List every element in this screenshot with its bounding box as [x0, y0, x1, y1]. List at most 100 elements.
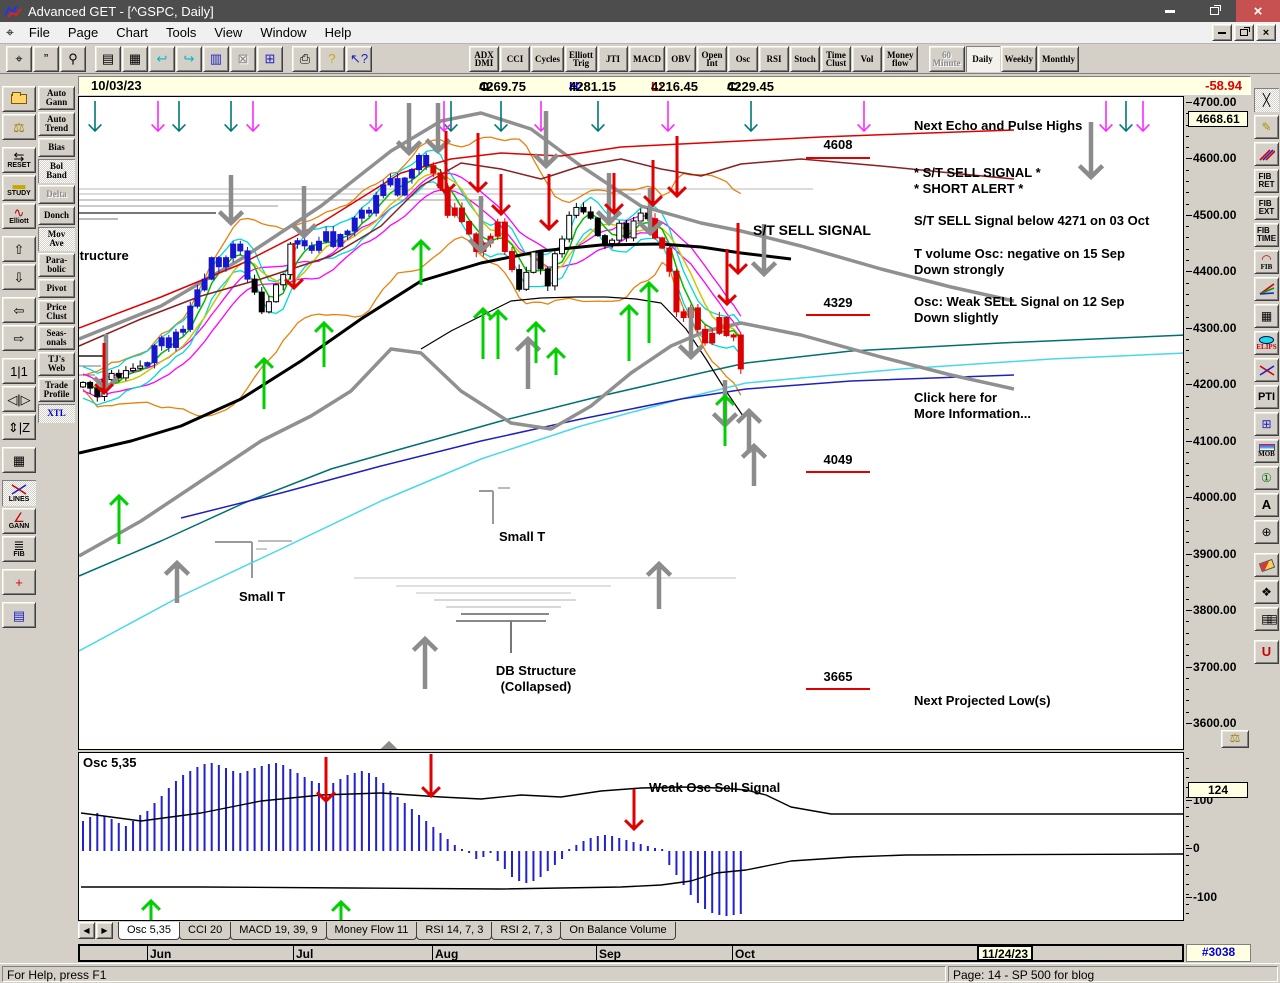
grid-icon[interactable]: ▦ — [1254, 304, 1279, 328]
fib-icon[interactable]: ≣ FIB — [2, 536, 36, 562]
menu-chart[interactable]: Chart — [107, 23, 157, 42]
open-folder-icon[interactable] — [2, 86, 36, 112]
context-help-icon[interactable]: ↖? — [346, 45, 372, 72]
compress-vertical-icon[interactable]: ⇕|Z — [2, 414, 36, 440]
study-button-cci[interactable]: CCI — [500, 45, 530, 72]
study-button-adx-dmi[interactable]: ADX DMI — [469, 45, 499, 72]
sidebar-study-para--bolic[interactable]: Para- bolic — [38, 253, 75, 277]
study-button-time-clust[interactable]: Time Clust — [821, 45, 851, 72]
grid-off-icon[interactable]: ⊠ — [230, 45, 256, 72]
dot-grid-icon[interactable]: ▦ — [2, 447, 36, 473]
expand-horizontal-icon[interactable]: ◁|▷ — [2, 386, 36, 412]
mdi-restore-button[interactable] — [1234, 24, 1254, 41]
sidebar-study-donch[interactable]: Donch — [38, 206, 75, 225]
crossed-lines-icon[interactable] — [1254, 358, 1279, 382]
tab-scroll-left[interactable]: ◀ — [78, 922, 95, 939]
menu-window[interactable]: Window — [251, 23, 315, 42]
fib-arc-icon[interactable]: ◠ FIB — [1254, 250, 1279, 274]
study-button-rsi[interactable]: RSI — [759, 45, 789, 72]
sidebar-study-pivot[interactable]: Pivot — [38, 279, 75, 298]
delete-x-icon[interactable]: ╳ — [1254, 88, 1279, 112]
study-button-elliott-trig[interactable]: Elliott Trig — [565, 45, 597, 72]
sidebar-study-trade-profile[interactable]: Trade Profile — [38, 378, 75, 402]
study-button-obv[interactable]: OBV — [666, 45, 696, 72]
properties-icon[interactable]: ▤ — [2, 602, 36, 628]
menu-tools[interactable]: Tools — [157, 23, 205, 42]
crosshair-icon[interactable]: + — [2, 569, 36, 595]
grid-color-icon[interactable]: ⊞ — [257, 45, 283, 72]
click-more-label[interactable]: Click here for More Information... — [914, 390, 1031, 422]
tab-cci-20[interactable]: CCI 20 — [179, 922, 232, 940]
gann-icon[interactable]: ∠ GANN — [2, 508, 36, 534]
trendlines-icon[interactable] — [1254, 142, 1279, 166]
sidebar-study-price-clust[interactable]: Price Clust — [38, 300, 75, 324]
study-button-stoch[interactable]: Stoch — [790, 45, 820, 72]
period-button-weekly[interactable]: Weekly — [1000, 45, 1037, 72]
quotes-icon[interactable]: ” — [33, 45, 59, 72]
scales-icon[interactable]: ⚖ — [2, 114, 36, 140]
fib-extension-button[interactable]: FIB EXT — [1254, 196, 1279, 220]
study-button-jti[interactable]: JTI — [598, 45, 628, 72]
sidebar-study-bol-band[interactable]: Bol Band — [38, 159, 75, 183]
lines-icon[interactable]: LINES — [2, 480, 36, 506]
mdi-close-button[interactable]: × — [1256, 24, 1276, 41]
chart-window-icon[interactable]: ⌖ — [6, 24, 14, 41]
menu-view[interactable]: View — [205, 23, 251, 42]
sidebar-study-bias[interactable]: Bias — [38, 138, 75, 157]
minimize-button[interactable] — [1148, 0, 1192, 22]
period-button-daily[interactable]: Daily — [965, 45, 1000, 72]
pencil-icon[interactable]: ✎ — [1254, 115, 1279, 139]
ellipse-icon[interactable]: ELIPS — [1254, 331, 1279, 355]
sidebar-study-xtl[interactable]: XTL — [38, 404, 75, 423]
period-button-monthly[interactable]: Monthly — [1038, 45, 1080, 72]
axis-scales-button[interactable]: ⚖ — [1221, 730, 1249, 748]
study-button-cycles[interactable]: Cycles — [531, 45, 564, 72]
pti-button[interactable]: PTI — [1254, 385, 1279, 409]
back-icon[interactable]: ↩ — [149, 45, 175, 72]
fib-retrace-button[interactable]: FIB RET — [1254, 169, 1279, 193]
arrow-up-icon[interactable]: ⇧ — [2, 236, 36, 262]
print-icon[interactable]: ⎙ — [292, 45, 318, 72]
arrow-left-icon[interactable]: ⇦ — [2, 297, 36, 323]
period-button-60-minute[interactable]: 60 Minute — [928, 45, 965, 72]
notes-icon[interactable]: ▤▤ — [1254, 607, 1279, 631]
tab-scroll-right[interactable]: ▶ — [96, 922, 113, 939]
help-icon[interactable]: ? — [319, 45, 345, 72]
zoom-icon[interactable]: ⊕ — [1254, 520, 1279, 544]
mob-icon[interactable]: MOB — [1254, 439, 1279, 463]
arrow-right-icon[interactable]: ⇨ — [2, 325, 36, 351]
page-setup-icon[interactable]: ▥ — [203, 45, 229, 72]
study-button-macd[interactable]: MACD — [629, 45, 665, 72]
study-button-open-int[interactable]: Open Int — [697, 45, 727, 72]
study-button-osc[interactable]: Osc — [728, 45, 758, 72]
search-icon[interactable]: ⚲ — [60, 45, 86, 72]
close-button[interactable]: × — [1236, 0, 1280, 22]
elliott-icon[interactable]: ∿ Elliott — [2, 203, 36, 229]
eraser-icon[interactable] — [1254, 553, 1279, 577]
tab-money-flow-11[interactable]: Money Flow 11 — [325, 922, 418, 940]
value-lens-icon[interactable]: ① — [1254, 466, 1279, 490]
magnet-u-icon[interactable]: U — [1254, 640, 1279, 664]
sidebar-study-tj-s-web[interactable]: TJ's Web — [38, 352, 75, 376]
new-chart-icon[interactable]: ▤ — [95, 45, 121, 72]
tab-macd-19--39--9[interactable]: MACD 19, 39, 9 — [230, 922, 327, 940]
sidebar-study-delta[interactable]: Delta — [38, 185, 75, 204]
study-button-money-flow[interactable]: Money flow — [883, 45, 918, 72]
sidebar-study-auto-trend[interactable]: Auto Trend — [38, 112, 75, 136]
study-icon[interactable]: ▬ STUDY — [2, 175, 36, 201]
bar-spacing-icon[interactable]: 1|1 — [2, 358, 36, 384]
sidebar-study-auto-gann[interactable]: Auto Gann — [38, 86, 75, 110]
menu-help[interactable]: Help — [316, 23, 361, 42]
menu-file[interactable]: File — [20, 23, 59, 42]
sidebar-study-seas--onals[interactable]: Seas- onals — [38, 326, 75, 350]
forward-icon[interactable]: ↪ — [176, 45, 202, 72]
fan-lines-icon[interactable] — [1254, 277, 1279, 301]
fib-time-button[interactable]: FIB TIME — [1254, 223, 1279, 247]
tab-rsi-14--7--3[interactable]: RSI 14, 7, 3 — [416, 922, 493, 940]
expand-icon[interactable]: ❖ — [1254, 580, 1279, 604]
restore-button[interactable] — [1192, 0, 1236, 22]
tab-rsi-2--7--3[interactable]: RSI 2, 7, 3 — [491, 922, 562, 940]
study-button-vol[interactable]: Vol — [852, 45, 882, 72]
arrow-down-icon[interactable]: ⇩ — [2, 264, 36, 290]
menu-page[interactable]: Page — [59, 23, 107, 42]
